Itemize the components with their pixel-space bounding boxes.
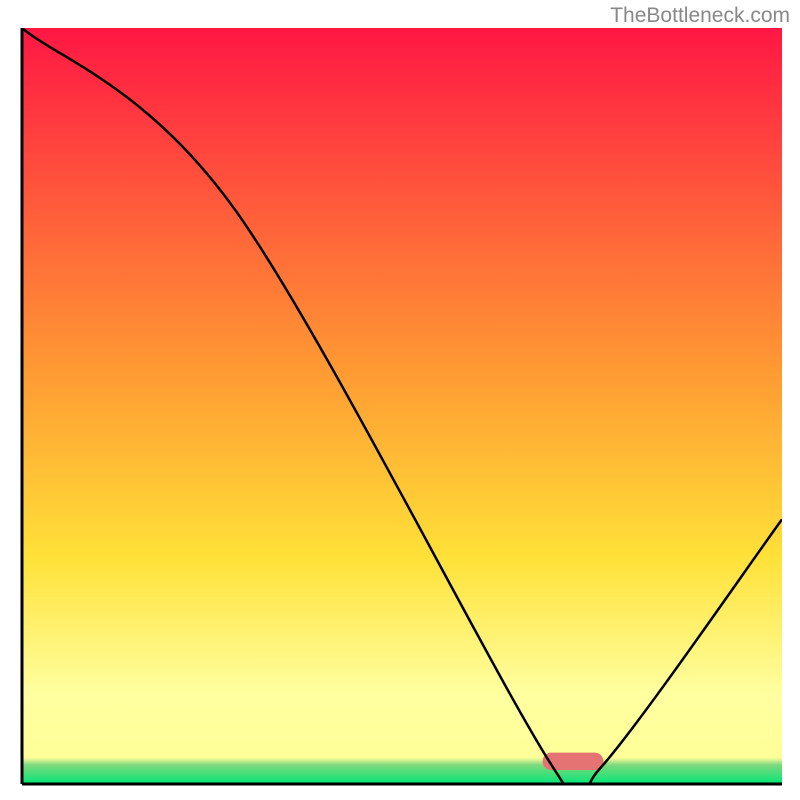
bottleneck-chart <box>0 0 800 800</box>
gradient-background <box>22 28 782 784</box>
watermark-text: TheBottleneck.com <box>610 4 790 28</box>
chart-container: TheBottleneck.com <box>0 0 800 800</box>
